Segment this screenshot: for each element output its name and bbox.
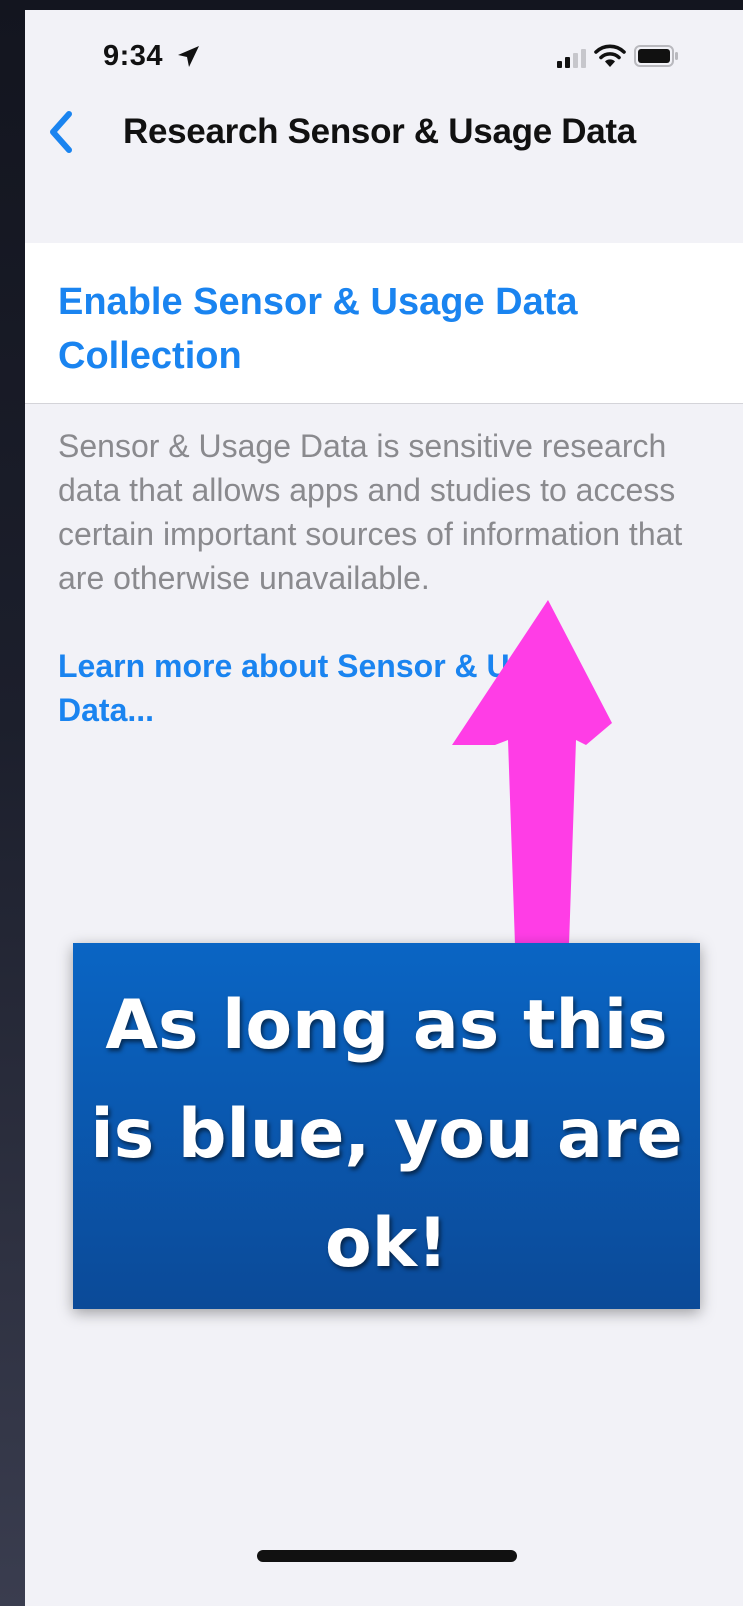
description-text: Sensor & Usage Data is sensitive researc…	[58, 428, 683, 596]
home-indicator	[257, 1550, 517, 1562]
phone-screen: 9:34 Research Sensor & Usage Data Enable…	[25, 10, 743, 1606]
cellular-signal-icon	[557, 49, 586, 68]
annotation-arrow	[452, 600, 612, 945]
annotation-callout: As long as this is blue, you are ok!	[73, 943, 700, 1309]
page-title: Research Sensor & Usage Data	[123, 112, 636, 151]
enable-data-collection-button[interactable]: Enable Sensor & Usage Data Collection	[58, 275, 578, 383]
annotation-text: As long as this is blue, you are ok!	[90, 986, 683, 1283]
chevron-left-icon[interactable]	[41, 108, 81, 156]
status-time: 9:34	[103, 40, 164, 72]
status-bar: 9:34	[25, 10, 743, 90]
enable-data-collection-cell[interactable]: Enable Sensor & Usage Data Collection	[25, 243, 743, 404]
location-arrow-icon	[178, 46, 199, 67]
navigation-bar: Research Sensor & Usage Data	[25, 90, 743, 180]
battery-icon	[634, 45, 678, 67]
wifi-icon	[594, 44, 626, 67]
